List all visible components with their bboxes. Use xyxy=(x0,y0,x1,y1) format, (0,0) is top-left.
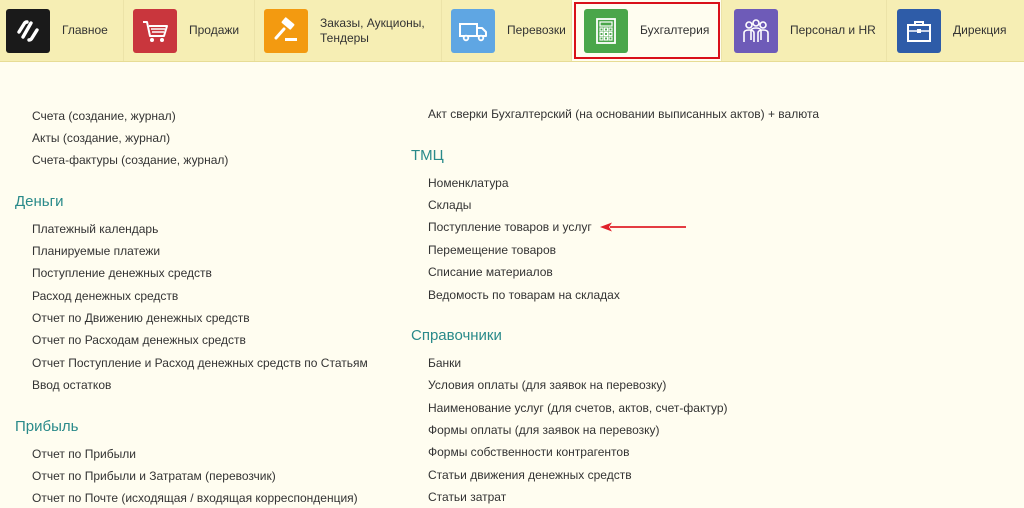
nav-item-sales[interactable]: Продажи xyxy=(124,0,255,61)
section-title-tmc: ТМЦ xyxy=(411,147,444,164)
logo-tile xyxy=(6,8,50,53)
menu-link-payment-terms[interactable]: Условия оплаты (для заявок на перевозку) xyxy=(428,378,666,392)
menu-link-mail-report[interactable]: Отчет по Почте (исходящая / входящая кор… xyxy=(32,491,358,505)
menu-link-profit-report[interactable]: Отчет по Прибыли xyxy=(32,447,136,461)
directorate-tile xyxy=(897,8,941,53)
menu-link-reconciliation-act[interactable]: Акт сверки Бухгалтерский (на основании в… xyxy=(428,107,819,121)
nav-label: Продажи xyxy=(189,23,240,37)
nav-item-directorate[interactable]: Дирекция xyxy=(887,0,1024,61)
orders-tile xyxy=(264,8,308,53)
sales-tile xyxy=(133,8,177,53)
nav-label: Перевозки xyxy=(507,23,566,37)
gavel-icon xyxy=(274,16,297,41)
nav-item-orders[interactable]: Заказы, Аукционы, Тендеры xyxy=(255,0,442,61)
section-title-money: Деньги xyxy=(15,193,64,210)
menu-link-service-names[interactable]: Наименование услуг (для счетов, актов, с… xyxy=(428,401,728,415)
menu-link-goods-transfer[interactable]: Перемещение товаров xyxy=(428,243,556,257)
menu-link-income-expense-by-article[interactable]: Отчет Поступление и Расход денежных сред… xyxy=(32,356,368,370)
nav-item-hr[interactable]: Персонал и HR xyxy=(722,0,887,61)
people-icon xyxy=(743,18,769,42)
nav-item-main[interactable]: Главное xyxy=(0,0,124,61)
menu-link-banks[interactable]: Банки xyxy=(428,356,461,370)
menu-link-expense-report[interactable]: Отчет по Расходам денежных средств xyxy=(32,333,246,347)
accounting-tile xyxy=(584,8,628,53)
menu-link-payment-forms[interactable]: Формы оплаты (для заявок на перевозку) xyxy=(428,423,660,437)
menu-link-payment-calendar[interactable]: Платежный календарь xyxy=(32,222,158,236)
nav-label: Персонал и HR xyxy=(790,23,876,37)
hr-tile xyxy=(734,8,778,53)
annotation-arrow-icon xyxy=(600,222,686,232)
nav-label: Заказы, Аукционы, Тендеры xyxy=(320,15,425,45)
section-title-references: Справочники xyxy=(411,327,502,344)
menu-link-stock-statement[interactable]: Ведомость по товарам на складах xyxy=(428,288,620,302)
truck-icon xyxy=(459,22,487,41)
logo-icon xyxy=(17,19,39,42)
nav-label: Главное xyxy=(62,23,108,37)
shopping-cart-icon xyxy=(143,20,168,42)
menu-link-ownership-forms[interactable]: Формы собственности контрагентов xyxy=(428,445,629,459)
menu-link-invoices[interactable]: Счета (создание, журнал) xyxy=(32,109,176,123)
section-title-profit: Прибыль xyxy=(15,418,79,435)
menu-link-cashflow-articles[interactable]: Статьи движения денежных средств xyxy=(428,468,632,482)
menu-link-opening-balances[interactable]: Ввод остатков xyxy=(32,378,111,392)
top-navigation-bar: Главное Продажи Заказы, Аукционы, Тендер… xyxy=(0,0,1024,62)
menu-link-acts[interactable]: Акты (создание, журнал) xyxy=(32,131,170,145)
menu-link-warehouses[interactable]: Склады xyxy=(428,198,471,212)
menu-link-planned-payments[interactable]: Планируемые платежи xyxy=(32,244,160,258)
menu-link-cashflow-report[interactable]: Отчет по Движению денежных средств xyxy=(32,311,250,325)
menu-link-cash-receipts[interactable]: Поступление денежных средств xyxy=(32,266,212,280)
menu-link-materials-writeoff[interactable]: Списание материалов xyxy=(428,265,553,279)
nav-label: Бухгалтерия xyxy=(640,23,710,37)
calculator-icon xyxy=(596,17,616,44)
menu-link-cash-expenses[interactable]: Расход денежных средств xyxy=(32,289,178,303)
nav-item-accounting[interactable]: Бухгалтерия xyxy=(572,0,722,61)
nav-label: Дирекция xyxy=(953,23,1007,37)
menu-link-vat-invoices[interactable]: Счета-фактуры (создание, журнал) xyxy=(32,153,228,167)
menu-link-goods-receipt[interactable]: Поступление товаров и услуг xyxy=(428,220,592,234)
briefcase-icon xyxy=(907,20,931,42)
menu-link-profit-costs-report[interactable]: Отчет по Прибыли и Затратам (перевозчик) xyxy=(32,469,276,483)
menu-link-nomenclature[interactable]: Номенклатура xyxy=(428,176,509,190)
transport-tile xyxy=(451,8,495,53)
menu-link-cost-articles[interactable]: Статьи затрат xyxy=(428,490,506,504)
nav-item-transport[interactable]: Перевозки xyxy=(442,0,572,61)
